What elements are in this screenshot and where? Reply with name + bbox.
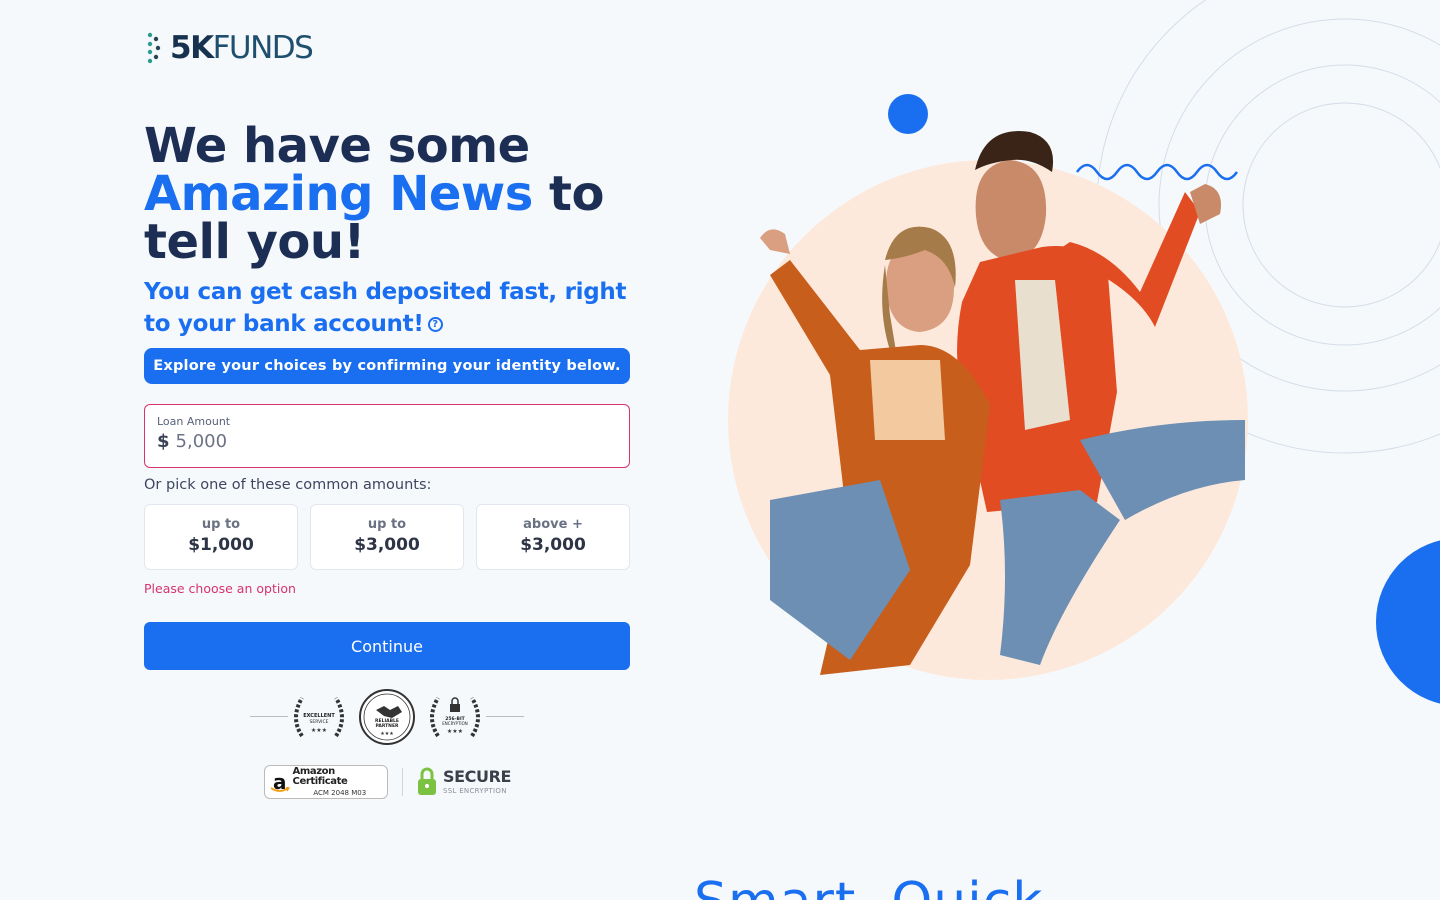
blue-dot bbox=[888, 94, 928, 134]
badge-3-line-2: ENCRYPTION bbox=[442, 721, 467, 726]
svg-text:★★★: ★★★ bbox=[311, 727, 327, 734]
amazon-title: Amazon Certificate bbox=[292, 766, 348, 787]
laurel-wreath-icon: EXCELLENT SERVICE ★★★ bbox=[294, 696, 344, 738]
secure-text: SECURE SSL ENCRYPTION bbox=[443, 769, 511, 795]
option-value: $1,000 bbox=[188, 535, 254, 555]
question-circle-icon[interactable]: ? bbox=[427, 317, 443, 332]
loan-amount-field[interactable]: Loan Amount $ bbox=[144, 404, 630, 468]
brand-logo[interactable]: 5KFUNDS bbox=[146, 30, 314, 66]
amazon-certificate: a Amazon Certificate ACM 2048 M03 bbox=[264, 765, 388, 799]
badge-1-line-1: EXCELLENT bbox=[303, 713, 335, 719]
page-headline: We have some Amazing News to tell you! bbox=[144, 122, 664, 266]
identity-banner: Explore your choices by confirming your … bbox=[144, 348, 630, 384]
man-figure bbox=[957, 131, 1245, 665]
logo-bold: 5K bbox=[170, 30, 214, 66]
wave-squiggle bbox=[1075, 163, 1239, 181]
badge-divider-left bbox=[250, 716, 288, 717]
ssl-secure-badge: SECURE SSL ENCRYPTION bbox=[417, 767, 511, 797]
handshake-icon: RELIABLE PARTNER ★★★ bbox=[359, 689, 415, 745]
subheadline-text: You can get cash deposited fast, right t… bbox=[144, 279, 627, 337]
option-error-message: Please choose an option bbox=[144, 581, 296, 596]
padlock-icon bbox=[418, 767, 436, 795]
woman-figure bbox=[760, 226, 990, 675]
amount-option-3000[interactable]: up to $3,000 bbox=[310, 504, 464, 570]
svg-text:★★★: ★★★ bbox=[380, 731, 394, 737]
svg-text:★★★: ★★★ bbox=[447, 728, 463, 735]
subheadline: You can get cash deposited fast, right t… bbox=[144, 276, 634, 340]
loan-amount-input[interactable] bbox=[175, 431, 576, 452]
loan-amount-label: Loan Amount bbox=[157, 415, 231, 428]
amount-options: up to $1,000 up to $3,000 above + $3,000 bbox=[144, 504, 630, 570]
headline-line2-rest: to bbox=[532, 166, 604, 222]
option-prefix: above + bbox=[523, 517, 583, 532]
common-amounts-prompt: Or pick one of these common amounts: bbox=[144, 477, 432, 493]
amount-option-1000[interactable]: up to $1,000 bbox=[144, 504, 298, 570]
currency-symbol: $ bbox=[157, 431, 170, 452]
headline-line3: tell you! bbox=[144, 214, 365, 270]
amazon-sub: ACM 2048 M03 bbox=[313, 789, 367, 797]
logo-rest: FUNDS bbox=[212, 30, 314, 66]
lock-icon: 256-BIT ENCRYPTION ★★★ bbox=[430, 696, 480, 738]
trust-divider bbox=[402, 768, 403, 796]
concentric-rings bbox=[1096, 0, 1440, 454]
option-value: $3,000 bbox=[354, 535, 420, 555]
continue-button[interactable]: Continue bbox=[144, 622, 630, 670]
option-value: $3,000 bbox=[520, 535, 586, 555]
logo-wordmark: 5KFUNDS bbox=[170, 30, 314, 66]
blue-half-circle bbox=[1376, 540, 1440, 704]
badge-2-line-2: PARTNER bbox=[375, 723, 399, 729]
next-section-heading: Smart, Quick bbox=[694, 872, 1043, 900]
badge-1-line-2: SERVICE bbox=[310, 719, 329, 725]
loan-amount-row: $ bbox=[157, 431, 617, 452]
logo-dots-icon bbox=[147, 32, 161, 64]
option-prefix: up to bbox=[367, 517, 407, 532]
secure-title: SECURE bbox=[443, 767, 512, 786]
trust-badges: EXCELLENT SERVICE ★★★ RELIABLE PARTNER ★… bbox=[250, 686, 524, 746]
amazon-text: Amazon Certificate ACM 2048 M03 bbox=[293, 767, 388, 797]
option-prefix: up to bbox=[201, 517, 241, 532]
badge-divider-right bbox=[486, 716, 524, 717]
peach-circle bbox=[728, 160, 1248, 680]
amount-option-above-3000[interactable]: above + $3,000 bbox=[476, 504, 630, 570]
certificates-row: a Amazon Certificate ACM 2048 M03 SECURE… bbox=[264, 765, 511, 799]
secure-sub: SSL ENCRYPTION bbox=[443, 787, 507, 795]
amazon-logo-icon: a bbox=[270, 770, 290, 794]
